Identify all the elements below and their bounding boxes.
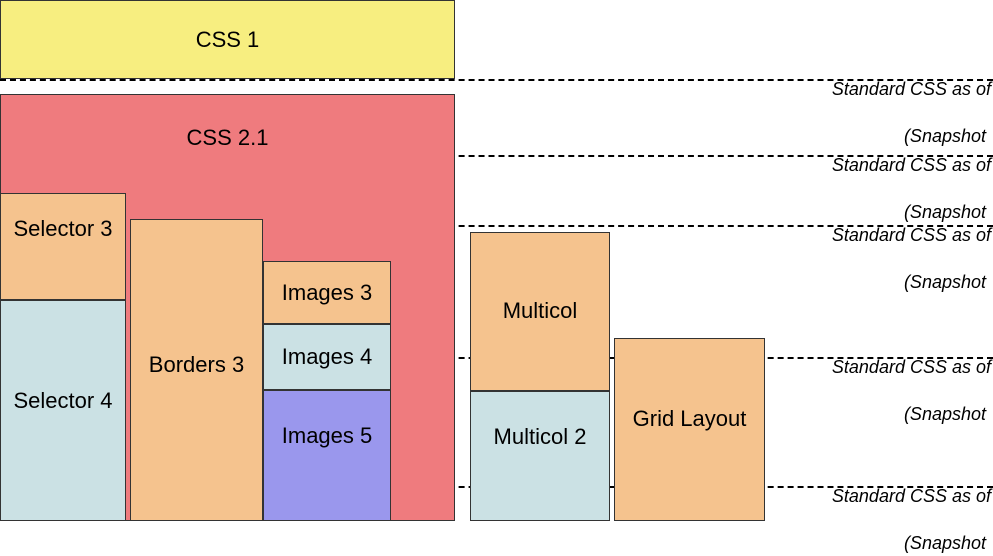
block-selector3: Selector 3	[0, 193, 126, 300]
milestone-label-3: Standard CSS as of (Snapshot	[822, 201, 993, 295]
block-gridlayout: Grid Layout	[614, 338, 765, 521]
block-multicol-label: Multicol	[503, 298, 578, 324]
block-selector4-label: Selector 4	[13, 388, 112, 414]
block-borders3: Borders 3	[130, 219, 263, 521]
block-images4-label: Images 4	[282, 344, 373, 370]
block-borders3-label: Borders 3	[149, 352, 244, 378]
block-gridlayout-label: Grid Layout	[633, 406, 747, 432]
block-multicol2-label: Multicol 2	[494, 424, 587, 450]
block-images5: Images 5	[263, 390, 391, 521]
block-selector4: Selector 4	[0, 300, 126, 521]
block-css1: CSS 1	[0, 0, 455, 79]
block-multicol: Multicol	[470, 232, 610, 391]
block-images3: Images 3	[263, 261, 391, 324]
block-multicol2: Multicol 2	[470, 391, 610, 521]
block-css21-label: CSS 2.1	[187, 125, 269, 151]
milestone-label-4: Standard CSS as of (Snapshot	[822, 333, 993, 427]
block-selector3-label: Selector 3	[13, 216, 112, 242]
block-images3-label: Images 3	[282, 280, 373, 306]
block-css1-label: CSS 1	[196, 27, 260, 53]
milestone-label-5: Standard CSS as of (Snapshot	[822, 462, 993, 556]
block-images4: Images 4	[263, 324, 391, 390]
block-images5-label: Images 5	[282, 423, 373, 449]
